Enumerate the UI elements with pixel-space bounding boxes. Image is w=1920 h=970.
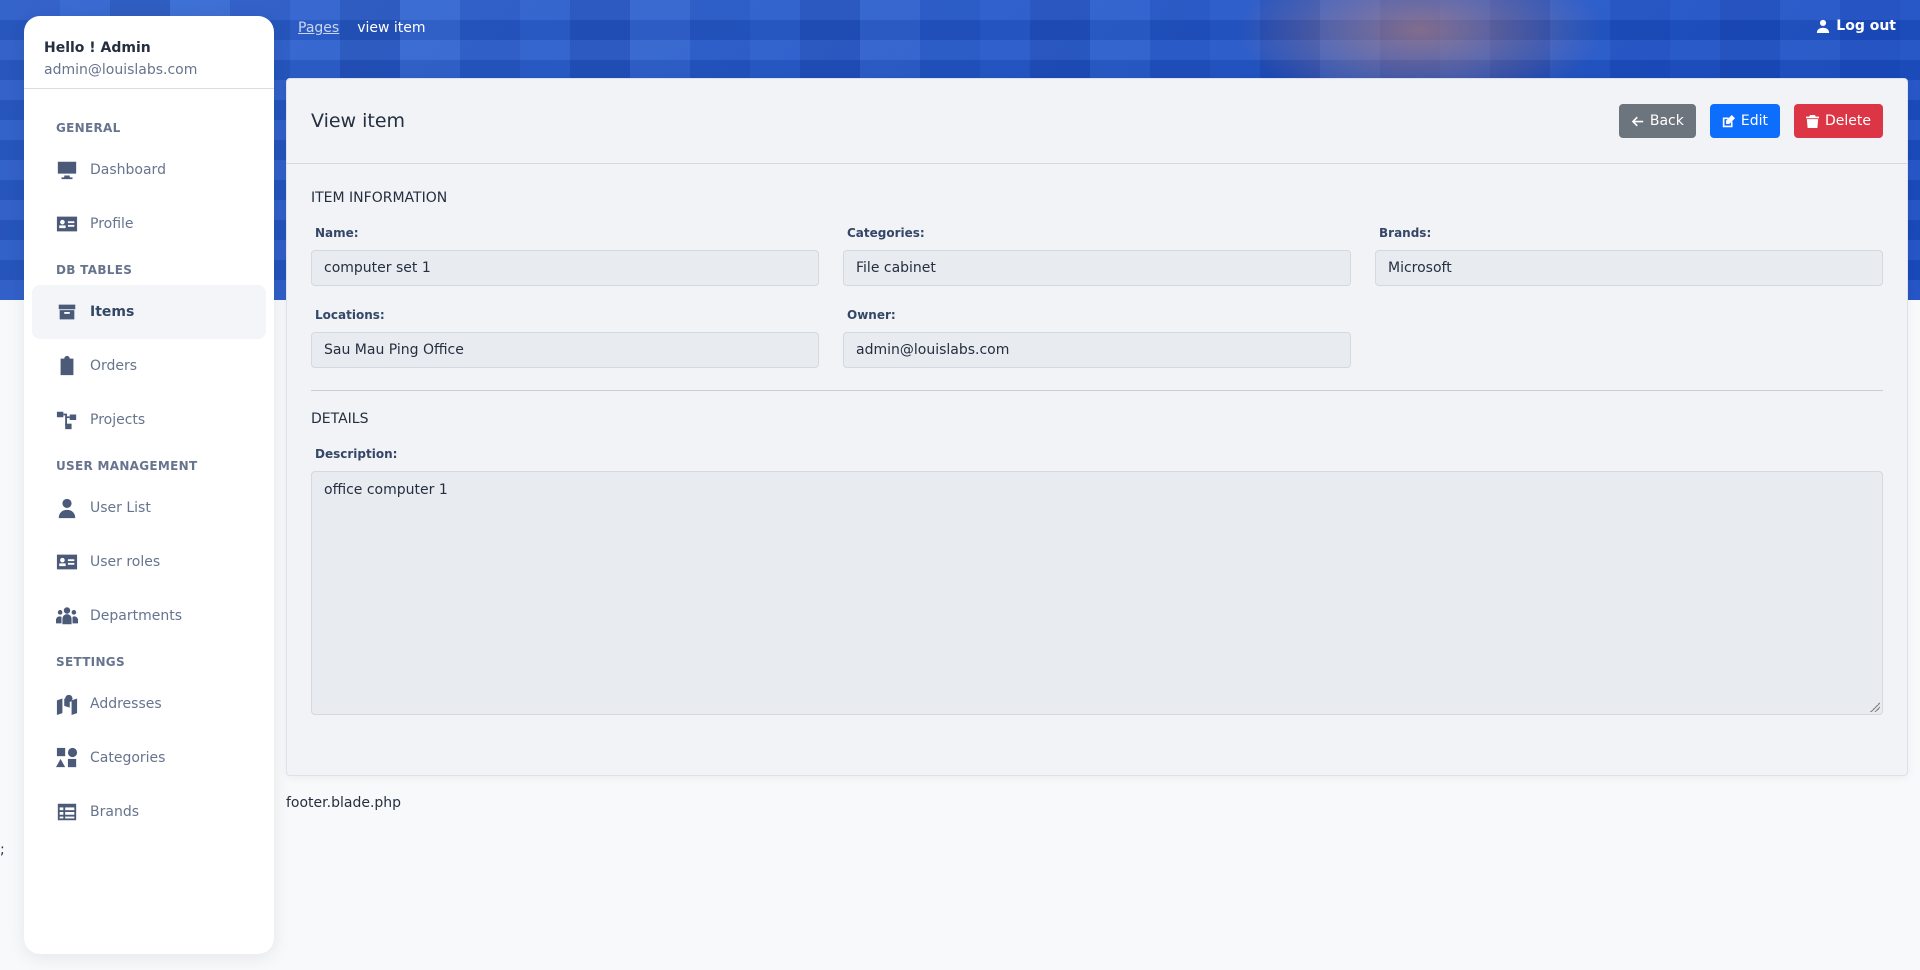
user-greeting: Hello ! Admin — [44, 40, 151, 56]
page-title: View item — [311, 110, 406, 132]
sidebar-item-label: Items — [90, 304, 135, 320]
sidebar-item-label: Departments — [90, 608, 183, 624]
people-group-icon — [56, 605, 78, 627]
clipboard-icon — [56, 355, 78, 377]
owner-field: Owner: admin@louislabs.com — [843, 308, 1351, 368]
sidebar-item-brands[interactable]: Brands — [32, 785, 266, 839]
sidebar-item-profile[interactable]: Profile — [32, 197, 266, 251]
sidebar-item-label: Profile — [90, 216, 134, 232]
id-card-icon — [56, 213, 78, 235]
sidebar-item-user-roles[interactable]: User roles — [32, 535, 266, 589]
edit-button-label: Edit — [1740, 113, 1768, 129]
sidebar-item-addresses[interactable]: Addresses — [32, 677, 266, 731]
resize-handle[interactable] — [1870, 702, 1880, 712]
locations-label: Locations: — [315, 308, 385, 322]
nav-section-user-management: USER MANAGEMENT — [56, 459, 198, 473]
arrow-left-icon — [1631, 116, 1644, 126]
logout-label: Log out — [1836, 18, 1896, 34]
item-info-row-2: Locations: Sau Mau Ping Office Owner: ad… — [311, 308, 1883, 368]
view-item-card: View item Back Edit Delete ITEM INFORMAT… — [286, 78, 1908, 776]
name-label: Name: — [315, 226, 359, 240]
edit-button[interactable]: Edit — [1709, 104, 1780, 138]
brands-field: Brands: Microsoft — [1375, 226, 1883, 286]
map-location-icon — [56, 693, 78, 715]
logout-button[interactable]: Log out — [1816, 18, 1896, 34]
trash-icon — [1806, 114, 1819, 128]
nav-section-db-tables: DB TABLES — [56, 263, 133, 277]
name-value: computer set 1 — [311, 250, 819, 286]
sidebar-item-label: Brands — [90, 804, 139, 820]
monitor-icon — [56, 159, 78, 181]
breadcrumb-current: view item — [357, 20, 426, 36]
categories-label: Categories: — [847, 226, 925, 240]
sidebar-item-categories[interactable]: Categories — [32, 731, 266, 785]
sidebar: Hello ! Admin admin@louislabs.com GENERA… — [24, 16, 274, 954]
description-value: office computer 1 — [324, 482, 448, 498]
nav-section-settings: SETTINGS — [56, 655, 125, 669]
brands-value: Microsoft — [1375, 250, 1883, 286]
sidebar-item-departments[interactable]: Departments — [32, 589, 266, 643]
card-header: View item Back Edit Delete — [287, 79, 1907, 164]
nav-section-general: GENERAL — [56, 121, 121, 135]
item-info-row-1: Name: computer set 1 Categories: File ca… — [311, 226, 1883, 286]
delete-button-label: Delete — [1825, 113, 1871, 129]
table-list-icon — [56, 801, 78, 823]
edit-icon — [1722, 114, 1735, 127]
categories-value: File cabinet — [843, 250, 1351, 286]
card-body: ITEM INFORMATION Name: computer set 1 Ca… — [287, 164, 1907, 715]
sidebar-item-user-list[interactable]: User List — [32, 481, 266, 535]
back-button[interactable]: Back — [1618, 104, 1696, 138]
categories-field: Categories: File cabinet — [843, 226, 1351, 286]
shapes-icon — [56, 747, 78, 769]
sitemap-icon — [56, 409, 78, 431]
user-email: admin@louislabs.com — [44, 62, 198, 78]
description-textarea[interactable]: office computer 1 — [311, 471, 1883, 715]
brands-label: Brands: — [1379, 226, 1432, 240]
sidebar-item-label: Dashboard — [90, 162, 166, 178]
user-icon — [56, 497, 78, 519]
user-icon — [1817, 19, 1830, 33]
owner-value: admin@louislabs.com — [843, 332, 1351, 368]
section-title-item-information: ITEM INFORMATION — [311, 190, 448, 206]
sidebar-item-orders[interactable]: Orders — [32, 339, 266, 393]
section-divider — [311, 390, 1883, 391]
sidebar-item-label: Projects — [90, 412, 146, 428]
box-icon — [56, 301, 78, 323]
sidebar-item-label: User List — [90, 500, 151, 516]
sidebar-item-label: Orders — [90, 358, 138, 374]
sidebar-item-items[interactable]: Items — [32, 285, 266, 339]
locations-value: Sau Mau Ping Office — [311, 332, 819, 368]
owner-label: Owner: — [847, 308, 896, 322]
section-title-details: DETAILS — [311, 411, 369, 427]
stray-text: ; — [0, 842, 5, 858]
sidebar-item-label: Addresses — [90, 696, 162, 712]
back-button-label: Back — [1649, 113, 1684, 129]
description-label: Description: — [315, 447, 398, 461]
locations-field: Locations: Sau Mau Ping Office — [311, 308, 819, 368]
sidebar-item-dashboard[interactable]: Dashboard — [32, 143, 266, 197]
breadcrumb-pages-link[interactable]: Pages — [298, 20, 339, 36]
delete-button[interactable]: Delete — [1794, 104, 1883, 138]
footer-text: footer.blade.php — [286, 795, 402, 811]
sidebar-item-projects[interactable]: Projects — [32, 393, 266, 447]
name-field: Name: computer set 1 — [311, 226, 819, 286]
sidebar-item-label: User roles — [90, 554, 161, 570]
breadcrumb: Pages view item — [298, 20, 426, 36]
user-info: Hello ! Admin admin@louislabs.com — [24, 16, 274, 89]
id-card-icon — [56, 551, 78, 573]
sidebar-item-label: Categories — [90, 750, 166, 766]
